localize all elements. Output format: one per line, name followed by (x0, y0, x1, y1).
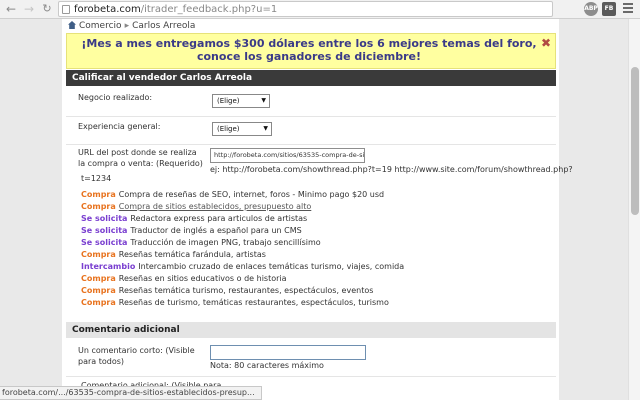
listing-text: Compra de reseñas de SEO, internet, foro… (118, 190, 385, 199)
listing-item[interactable]: Intercambio Intercambio cruzado de enlace… (81, 261, 541, 273)
fb-extension-icon[interactable]: FB (602, 2, 616, 16)
dropdown-arrow-icon: ▼ (263, 125, 268, 132)
listing-type: Se solicita (81, 226, 128, 235)
experience-label: Experiencia general: (78, 122, 161, 131)
experience-select-value: (Elige) (217, 125, 240, 133)
listing-item[interactable]: Se solicita Traductor de inglés a español… (81, 225, 541, 237)
experience-row: Experiencia general: (Elige) ▼ (66, 117, 556, 145)
listing-item[interactable]: Se solicita Traducción de imagen PNG, tra… (81, 237, 541, 249)
listing-type: Compra (81, 202, 116, 211)
comment-section-header: Comentario adicional (66, 322, 556, 338)
status-bar-url: forobeta.com/.../63535-compra-de-sitios-… (0, 386, 262, 400)
breadcrumb-home-link[interactable]: Comercio (79, 21, 122, 31)
listing-type: Compra (81, 298, 116, 307)
comment-note: Nota: 80 caracteres máximo (210, 361, 324, 370)
listing-text: Reseñas en sitios educativos o de histor… (118, 274, 287, 283)
comment-input[interactable] (210, 345, 366, 360)
scrollbar-thumb[interactable] (631, 67, 639, 215)
url-path: /itrader_feedback.php?u=1 (140, 4, 278, 15)
listing-text: Intercambio cruzado de enlaces temáticas… (138, 262, 405, 271)
forward-arrow-icon[interactable]: → (22, 2, 36, 16)
main-content: Comercio ▸ Carlos Arreola ¡Mes a mes entre… (62, 19, 573, 400)
rate-seller-header: Calificar al vendedor Carlos Arreola (66, 70, 556, 86)
listing-item[interactable]: Compra Reseñas de turismo, temáticas rest… (81, 297, 541, 309)
listing-type: Compra (81, 250, 116, 259)
listing-item[interactable]: Compra Compra de sitios establecidos, pre… (81, 201, 541, 213)
listing-item[interactable]: Compra Reseñas temática farándula, artist… (81, 249, 541, 261)
close-icon[interactable]: ✖ (541, 37, 551, 50)
listing-text: Reseñas temática turismo, restaurantes, … (118, 286, 374, 295)
listing-type: Intercambio (81, 262, 136, 271)
deal-select-value: (Elige) (217, 97, 240, 105)
url-label: URL del post donde se realiza la compra … (78, 148, 203, 168)
browser-menu-icon[interactable] (623, 3, 633, 15)
listing-text: Redactora express para articulos de arti… (130, 214, 308, 223)
listing-type: Compra (81, 274, 116, 283)
divider (66, 376, 556, 377)
listing-item[interactable]: Se solicita Redactora express para articu… (81, 213, 541, 225)
page-icon (62, 5, 70, 14)
post-url-input[interactable]: http://forobeta.com/sitios/63535-compra-… (210, 148, 365, 163)
listing-text: Reseñas temática farándula, artistas (118, 250, 266, 259)
url-example-text-cont: t=1234 (81, 174, 112, 183)
listing-type: Se solicita (81, 238, 128, 247)
listing-text: Traducción de imagen PNG, trabajo sencil… (130, 238, 321, 247)
reload-icon[interactable]: ↻ (40, 2, 54, 16)
address-bar-url: forobeta.com/itrader_feedback.php?u=1 (74, 4, 277, 15)
home-icon[interactable] (68, 21, 76, 29)
listing-item[interactable]: Compra Reseñas en sitios educativos o de … (81, 273, 541, 285)
promo-notice: ¡Mes a mes entregamos $300 dólares entre… (66, 33, 556, 69)
experience-select[interactable]: (Elige) ▼ (212, 122, 272, 136)
breadcrumb: Comercio ▸ Carlos Arreola (68, 21, 195, 31)
scrollbar[interactable] (628, 19, 640, 400)
listing-type: Compra (81, 286, 116, 295)
listing-type: Se solicita (81, 214, 128, 223)
listing-text: Reseñas de turismo, temáticas restaurant… (118, 298, 389, 307)
listing-item[interactable]: Compra Reseñas temática turismo, restaura… (81, 285, 541, 297)
listing-type: Compra (81, 190, 116, 199)
listing-item[interactable]: Compra Compra de reseñas de SEO, internet… (81, 189, 541, 201)
promo-notice-text: ¡Mes a mes entregamos $300 dólares entre… (81, 37, 537, 63)
dropdown-arrow-icon: ▼ (261, 97, 266, 104)
deal-row: Negocio realizado: (Elige) ▼ (66, 87, 556, 117)
address-bar[interactable]: forobeta.com/itrader_feedback.php?u=1 (58, 1, 553, 17)
deal-label: Negocio realizado: (78, 93, 153, 102)
breadcrumb-separator-icon: ▸ (124, 21, 130, 31)
listing-text: Traductor de inglés a español para un CM… (130, 226, 302, 235)
listing-link[interactable]: Compra de sitios establecidos, presupues… (119, 202, 312, 211)
comment-label: Un comentario corto: (Visible para todos… (78, 346, 195, 366)
page-viewport: Comercio ▸ Carlos Arreola ¡Mes a mes entre… (0, 19, 628, 400)
deal-select[interactable]: (Elige) ▼ (212, 94, 270, 108)
breadcrumb-current: Carlos Arreola (132, 21, 196, 31)
url-example-text: ej: http://forobeta.com/showthread.php?t… (210, 165, 573, 174)
browser-toolbar: ← → ↻ forobeta.com/itrader_feedback.php?… (0, 0, 640, 19)
url-host: forobeta.com (74, 4, 141, 15)
adblock-extension-icon[interactable]: ABP (584, 2, 598, 16)
back-arrow-icon[interactable]: ← (4, 2, 18, 16)
